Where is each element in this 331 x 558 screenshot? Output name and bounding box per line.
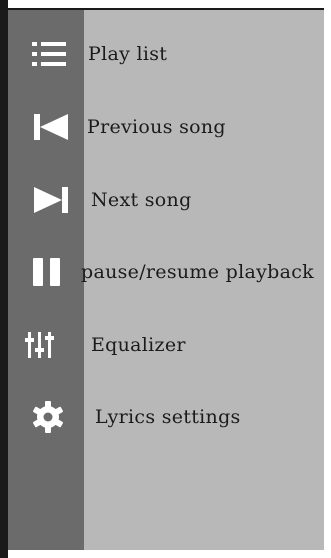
playlist-icon: [32, 42, 66, 66]
player-side-menu-screen: Play list Previous song Next song pause/…: [0, 0, 331, 558]
menu-item-label: Lyrics settings: [95, 406, 241, 428]
menu-item-label: Next song: [91, 189, 192, 211]
pause-icon: [33, 258, 60, 286]
menu-item-pause-resume[interactable]: pause/resume playback: [8, 242, 324, 302]
skip-previous-icon: [34, 114, 68, 140]
menu-item-previous-song[interactable]: Previous song: [8, 97, 324, 157]
menu-item-next-song[interactable]: Next song: [8, 170, 324, 230]
top-border: [8, 0, 324, 10]
left-border: [0, 0, 8, 558]
menu-item-label: Previous song: [87, 116, 226, 138]
skip-next-icon: [34, 187, 68, 213]
gear-icon: [33, 401, 63, 433]
menu-item-lyrics-settings[interactable]: Lyrics settings: [8, 387, 324, 447]
menu-item-equalizer[interactable]: Equalizer: [8, 315, 324, 375]
menu-item-label: pause/resume playback: [81, 261, 314, 283]
menu-item-label: Play list: [88, 43, 168, 65]
bottom-border: [8, 550, 324, 558]
right-border: [324, 0, 331, 558]
equalizer-icon: [25, 332, 54, 358]
menu-item-label: Equalizer: [91, 334, 186, 356]
menu-item-play-list[interactable]: Play list: [8, 24, 324, 84]
